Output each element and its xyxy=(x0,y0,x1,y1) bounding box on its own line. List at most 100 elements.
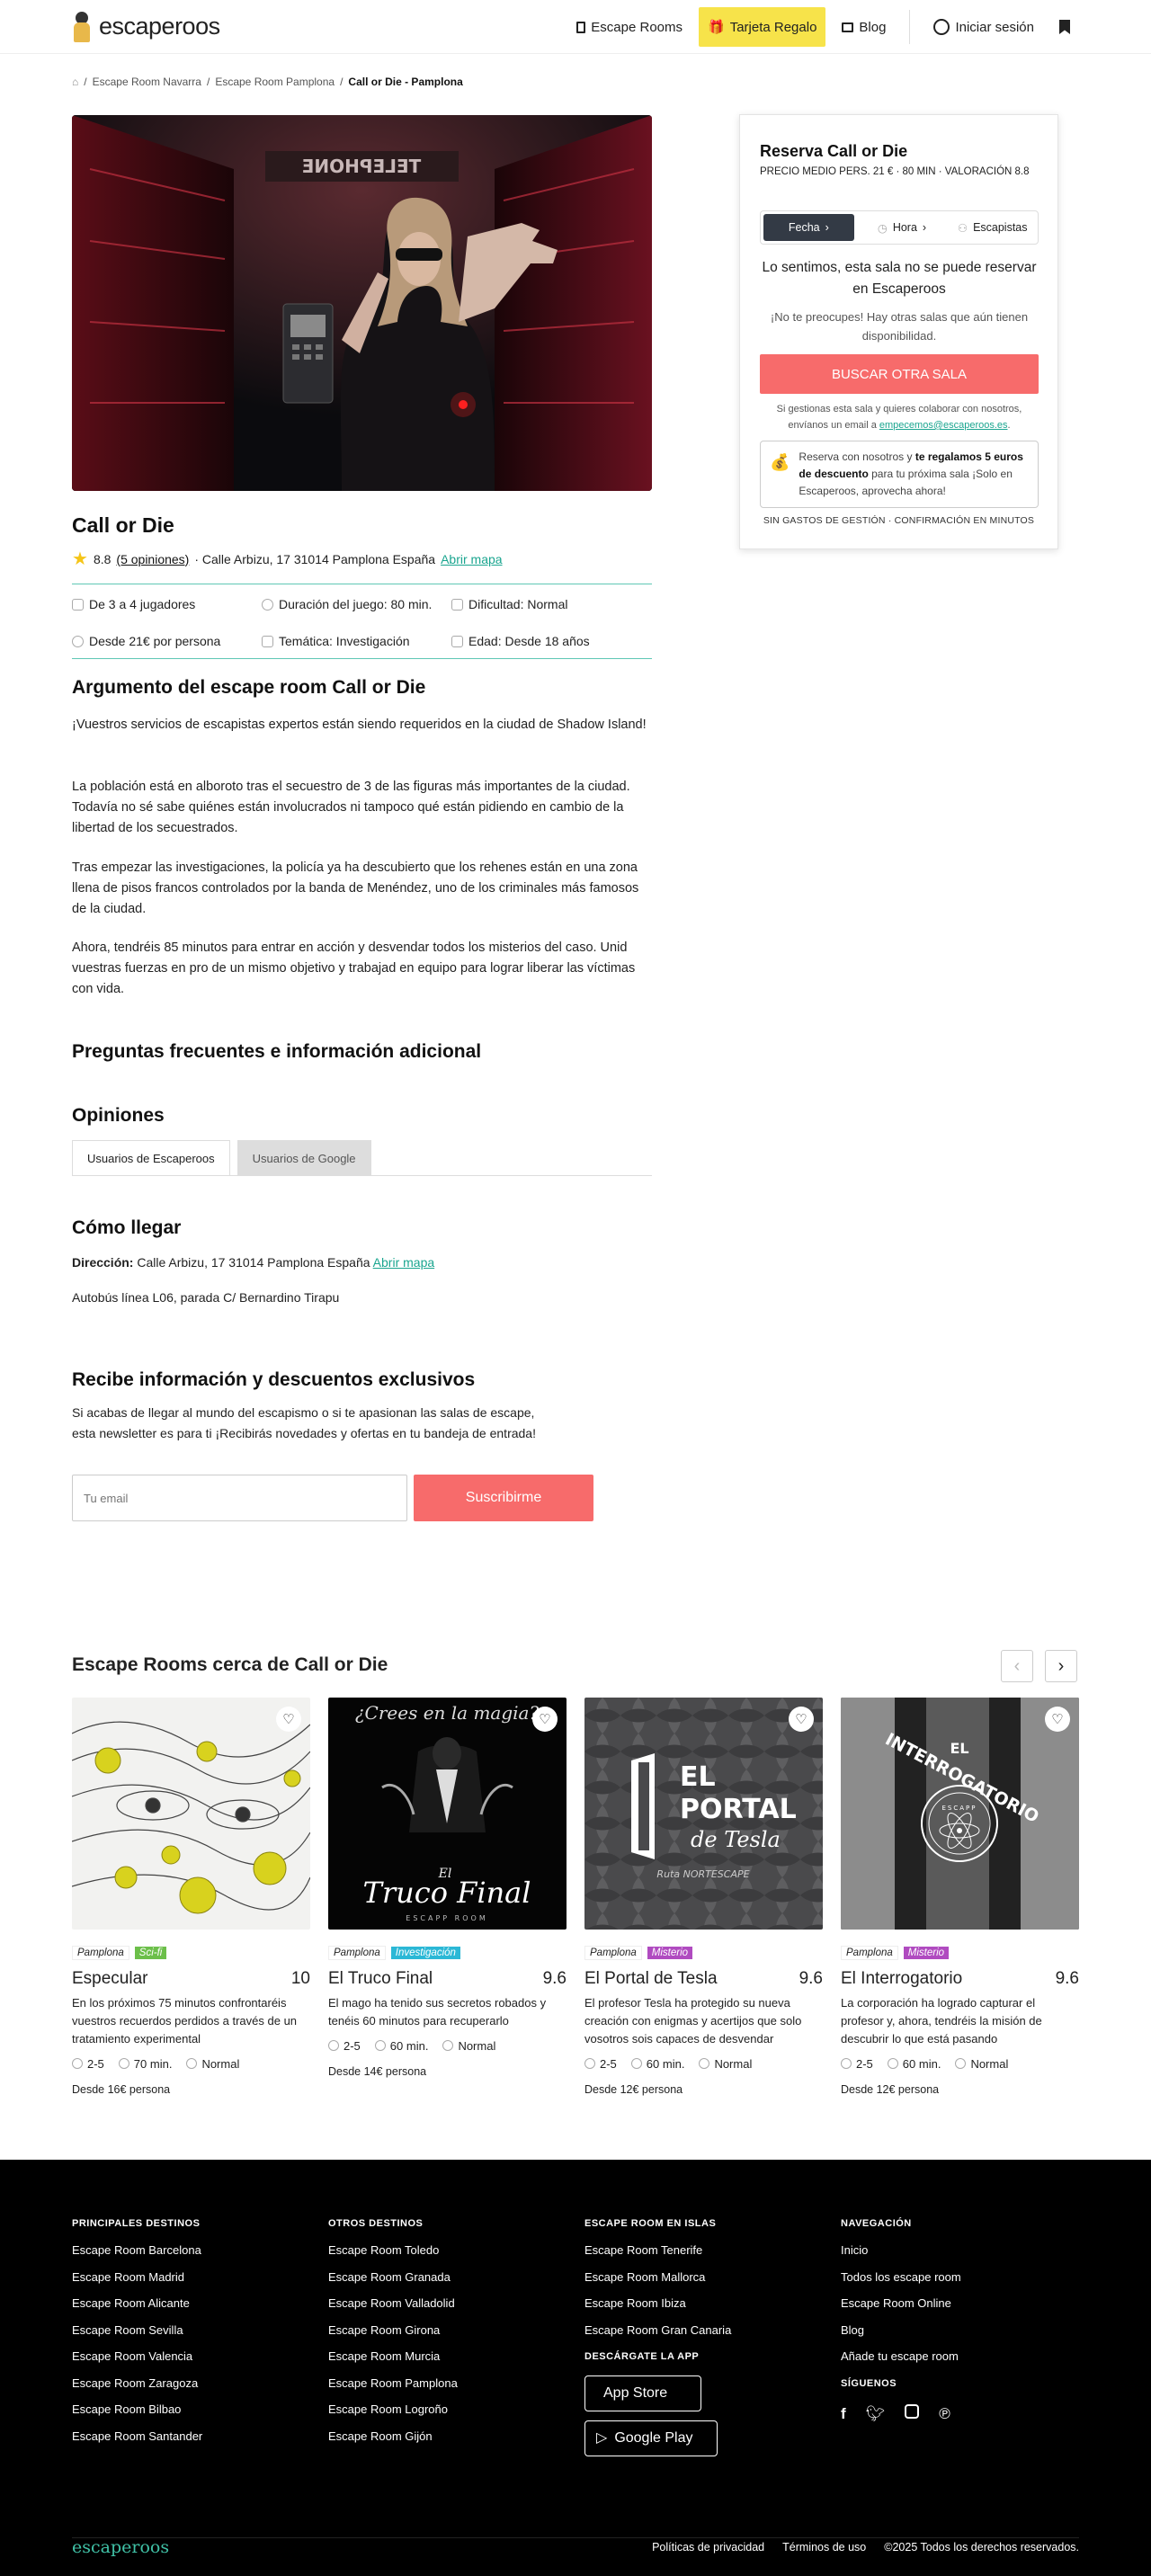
nav-escape-rooms[interactable]: Escape Rooms xyxy=(567,7,691,47)
subscribe-button[interactable]: Suscribirme xyxy=(414,1475,593,1521)
footer-link[interactable]: Escape Room Barcelona xyxy=(72,2237,202,2264)
twitter-icon[interactable]: 🐦︎ xyxy=(866,2401,886,2428)
step-date[interactable]: Fecha › xyxy=(763,214,854,241)
find-other-room-button[interactable]: BUSCAR OTRA SALA xyxy=(760,354,1039,394)
newsletter-text-2: esta newsletter es para ti ¡Recibirás no… xyxy=(72,1426,536,1440)
terms-link[interactable]: Términos de uso xyxy=(782,2541,866,2554)
chevron-left-icon: ‹ xyxy=(1013,1655,1021,1676)
card-players: 2-5 xyxy=(841,2057,873,2071)
footer-link[interactable]: Escape Room Mallorca xyxy=(584,2264,731,2291)
favorite-heart-icon[interactable]: ♡ xyxy=(276,1707,301,1732)
step-time[interactable]: ◷ Hora › xyxy=(857,211,948,244)
tab-escaperoos-users[interactable]: Usuarios de Escaperoos xyxy=(72,1140,230,1175)
tesla-title-3: de Tesla xyxy=(691,1827,781,1852)
footer-link[interactable]: Escape Room Girona xyxy=(328,2317,458,2344)
card-name[interactable]: El Truco Final xyxy=(328,1969,433,1989)
tesla-artwork: EL PORTAL de Tesla Ruta NORTESCAPE xyxy=(584,1698,823,1930)
google-play-button[interactable]: ▷ Google Play xyxy=(584,2420,718,2456)
booking-subtitle: PRECIO MEDIO PERS. 21 € · 80 MIN · VALOR… xyxy=(760,166,1030,177)
footer-link[interactable]: Escape Room Logroño xyxy=(328,2396,458,2423)
card-name[interactable]: Especular xyxy=(72,1969,148,1989)
carousel-prev-button[interactable]: ‹ xyxy=(1001,1650,1033,1682)
card-name[interactable]: El Portal de Tesla xyxy=(584,1969,718,1989)
card-price: Desde 14€ persona xyxy=(328,2065,427,2078)
room-card-el-truco-final[interactable]: ¿Crees en la magia? El Truco Final ESCAP… xyxy=(328,1698,567,2078)
footer-link[interactable]: Escape Room Valladolid xyxy=(328,2290,458,2317)
open-map-link[interactable]: Abrir mapa xyxy=(441,552,502,566)
breadcrumb-current: Call or Die - Pamplona xyxy=(348,76,463,88)
card-time: 60 min. xyxy=(887,2057,941,2071)
footer-link[interactable]: Escape Room Tenerife xyxy=(584,2237,731,2264)
breadcrumb-navarra[interactable]: Escape Room Navarra xyxy=(93,76,201,88)
footer-link[interactable]: Escape Room Ibiza xyxy=(584,2290,731,2317)
footer-link[interactable]: Escape Room Valencia xyxy=(72,2343,202,2370)
favorite-heart-icon[interactable]: ♡ xyxy=(789,1707,814,1732)
footer-link[interactable]: Escape Room Granada xyxy=(328,2264,458,2291)
room-card-especular[interactable]: ♡ Pamplona Sci-fi Especular 10 En los próx… xyxy=(72,1698,310,2096)
footer-link[interactable]: Escape Room Online xyxy=(841,2290,961,2317)
room-card-el-interrogatorio[interactable]: EL INTERROGATORIO ESCAPP ♡ Pamplona Miste… xyxy=(841,1698,1079,2096)
footer-link[interactable]: Escape Room Gran Canaria xyxy=(584,2317,731,2344)
logo[interactable]: escaperoos xyxy=(72,11,220,42)
footer-col-main-destinations: PRINCIPALES DESTINOS Escape Room Barcelo… xyxy=(72,2214,202,2449)
footer-link[interactable]: Escape Room Madrid xyxy=(72,2264,202,2291)
step-players[interactable]: ⚇ Escapistas xyxy=(947,211,1038,244)
card-players: 2-5 xyxy=(584,2057,617,2071)
nav-login[interactable]: Iniciar sesión xyxy=(924,7,1043,47)
logo-mark-icon xyxy=(72,11,92,42)
booking-steps: Fecha › ◷ Hora › ⚇ Escapistas xyxy=(760,210,1039,245)
room-title: Call or Die xyxy=(72,513,174,537)
footer-link[interactable]: Escape Room Santander xyxy=(72,2423,202,2450)
room-card-image: ¿Crees en la magia? El Truco Final ESCAP… xyxy=(328,1698,567,1930)
nav-gift-card[interactable]: 🎁 Tarjeta Regalo xyxy=(699,7,826,47)
inter-brand: ESCAPP xyxy=(942,1805,977,1812)
newsletter-email-input[interactable] xyxy=(72,1475,407,1521)
instagram-icon[interactable] xyxy=(905,2403,920,2419)
nav-blog[interactable]: Blog xyxy=(833,7,895,47)
favorite-heart-icon[interactable]: ♡ xyxy=(1045,1707,1070,1732)
tab-google-users[interactable]: Usuarios de Google xyxy=(236,1140,371,1175)
home-icon[interactable]: ⌂ xyxy=(72,76,78,88)
opinions-link[interactable]: (5 opiniones) xyxy=(116,552,189,566)
players-icon xyxy=(72,598,84,611)
booking-card: Reserva Call or Die PRECIO MEDIO PERS. 2… xyxy=(739,114,1058,549)
breadcrumb-pamplona[interactable]: Escape Room Pamplona xyxy=(215,76,335,88)
footer-col-navigation: NAVEGACIÓN Inicio Todos los escape room … xyxy=(841,2214,961,2427)
footer-link[interactable]: Escape Room Zaragoza xyxy=(72,2370,202,2397)
footer-link[interactable]: Escape Room Pamplona xyxy=(328,2370,458,2397)
interrogatorio-artwork: EL INTERROGATORIO ESCAPP xyxy=(841,1698,1079,1930)
footer-link[interactable]: Escape Room Sevilla xyxy=(72,2317,202,2344)
nav-bookmarks[interactable] xyxy=(1050,7,1079,47)
card-score: 9.6 xyxy=(1055,1969,1079,1988)
footer-logo[interactable]: escaperoos xyxy=(72,2537,169,2557)
room-card-el-portal-de-tesla[interactable]: EL PORTAL de Tesla Ruta NORTESCAPE ♡ Pam… xyxy=(584,1698,823,2096)
card-name[interactable]: El Interrogatorio xyxy=(841,1969,962,1989)
contact-email-link[interactable]: empecemos@escaperoos.es xyxy=(879,420,1008,431)
carousel-next-button[interactable]: › xyxy=(1045,1650,1077,1682)
footer-link[interactable]: Todos los escape room xyxy=(841,2264,961,2291)
footer-link[interactable]: Escape Room Toledo xyxy=(328,2237,458,2264)
card-score: 10 xyxy=(290,1969,310,1988)
pinterest-icon[interactable]: ℗ xyxy=(939,2401,950,2428)
facebook-icon[interactable]: f xyxy=(841,2401,846,2428)
favorite-heart-icon[interactable]: ♡ xyxy=(532,1707,558,1732)
players-icon: ⚇ xyxy=(957,221,968,235)
especular-artwork xyxy=(72,1698,310,1930)
footer-link[interactable]: Blog xyxy=(841,2317,961,2344)
footer-link[interactable]: Inicio xyxy=(841,2237,961,2264)
card-level: Normal xyxy=(442,2039,495,2053)
privacy-link[interactable]: Políticas de privacidad xyxy=(652,2541,764,2554)
app-store-button[interactable]: App Store xyxy=(584,2375,701,2411)
footer-link[interactable]: Añade tu escape room xyxy=(841,2343,961,2370)
card-city: Pamplona xyxy=(72,1946,129,1960)
card-players: 2-5 xyxy=(328,2039,361,2053)
card-time: 60 min. xyxy=(374,2039,428,2053)
footer-link[interactable]: Escape Room Gijón xyxy=(328,2423,458,2450)
footer-link[interactable]: Escape Room Alicante xyxy=(72,2290,202,2317)
footer-link[interactable]: Escape Room Murcia xyxy=(328,2343,458,2370)
directions-map-link[interactable]: Abrir mapa xyxy=(373,1255,434,1270)
footer-col-islands: ESCAPE ROOM EN ISLAS Escape Room Tenerif… xyxy=(584,2214,731,2456)
card-tag: Misterio xyxy=(903,1947,950,1959)
faq-title[interactable]: Preguntas frecuentes e información adici… xyxy=(72,1041,481,1063)
footer-link[interactable]: Escape Room Bilbao xyxy=(72,2396,202,2423)
